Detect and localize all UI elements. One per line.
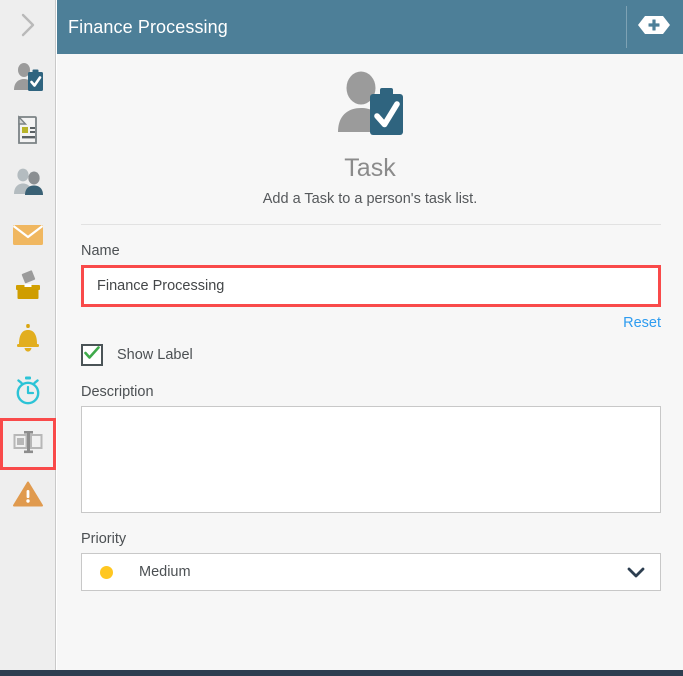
check-mark-icon bbox=[84, 345, 100, 365]
ballot-box-icon bbox=[12, 269, 44, 307]
sidebar-expand-toggle[interactable] bbox=[0, 0, 56, 54]
description-label: Description bbox=[81, 384, 154, 400]
bell-icon bbox=[13, 322, 43, 359]
priority-selected-value: Medium bbox=[139, 564, 191, 580]
people-group-icon bbox=[10, 167, 46, 202]
reset-row: Reset bbox=[57, 314, 661, 332]
sidebar-item-person-task[interactable] bbox=[0, 54, 56, 106]
hero-title: Task bbox=[344, 154, 396, 182]
hero-subtitle: Add a Task to a person's task list. bbox=[262, 191, 478, 207]
name-input[interactable] bbox=[84, 268, 658, 304]
sidebar-item-mail[interactable] bbox=[0, 210, 56, 262]
chevron-down-icon[interactable] bbox=[626, 565, 646, 579]
sidebar-item-notifications[interactable] bbox=[0, 314, 56, 366]
main-panel: Finance Processing Task Add a Task to a … bbox=[57, 0, 683, 670]
priority-select[interactable]: Medium bbox=[81, 553, 661, 591]
titlebar-separator bbox=[626, 6, 627, 48]
show-label-row: Show Label bbox=[81, 344, 683, 366]
document-icon bbox=[13, 114, 43, 151]
page-title: Finance Processing bbox=[68, 16, 228, 37]
split-layout-icon bbox=[12, 429, 44, 460]
priority-label: Priority bbox=[81, 531, 127, 547]
chevron-right-icon bbox=[19, 12, 37, 43]
hero-section: Task Add a Task to a person's task list. bbox=[57, 54, 683, 207]
show-label-text: Show Label bbox=[117, 347, 193, 363]
person-task-icon bbox=[332, 70, 408, 147]
add-plus-icon bbox=[634, 12, 674, 43]
sidebar-item-timer[interactable] bbox=[0, 366, 56, 418]
description-textarea[interactable] bbox=[81, 406, 661, 513]
bottom-bar bbox=[0, 670, 683, 676]
left-sidebar bbox=[0, 0, 56, 670]
panel-titlebar: Finance Processing bbox=[57, 0, 683, 54]
show-label-checkbox[interactable] bbox=[81, 344, 103, 366]
name-field-highlight bbox=[81, 265, 661, 307]
priority-color-dot bbox=[100, 565, 113, 579]
warning-triangle-icon bbox=[12, 479, 44, 514]
description-field-wrap bbox=[81, 406, 661, 513]
sidebar-item-inbox[interactable] bbox=[0, 262, 56, 314]
hero-icon-wrap bbox=[57, 70, 683, 146]
sidebar-item-layout[interactable] bbox=[0, 418, 56, 470]
add-button[interactable] bbox=[630, 10, 678, 44]
name-label: Name bbox=[81, 243, 120, 259]
sidebar-item-document[interactable] bbox=[0, 106, 56, 158]
envelope-icon bbox=[11, 221, 45, 252]
section-divider bbox=[81, 224, 661, 225]
reset-link[interactable]: Reset bbox=[623, 315, 661, 331]
app-root: Finance Processing Task Add a Task to a … bbox=[0, 0, 683, 676]
sidebar-item-alerts[interactable] bbox=[0, 470, 56, 522]
stopwatch-icon bbox=[12, 374, 44, 411]
sidebar-item-people[interactable] bbox=[0, 158, 56, 210]
person-task-icon bbox=[11, 62, 45, 99]
panel-body: Task Add a Task to a person's task list.… bbox=[57, 54, 683, 670]
